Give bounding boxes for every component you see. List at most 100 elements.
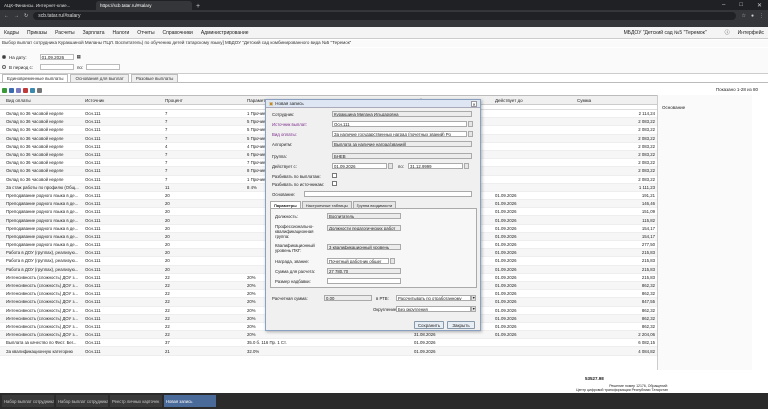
bookmark-star-icon[interactable]: ☆ [741, 13, 745, 19]
menu-item-spravochniki[interactable]: Справочники [163, 30, 193, 36]
paytype-picker-button[interactable] [468, 131, 473, 137]
source-picker-button[interactable] [468, 121, 473, 127]
sum-calc-field[interactable]: 27 780,70 [327, 268, 401, 274]
url-input[interactable]: scb.tatar.ru/#salary [33, 11, 737, 20]
tab-payment-bases[interactable]: Основания для выплат [70, 74, 129, 82]
menu-kebab-icon[interactable]: ⋮ [759, 13, 764, 19]
col-header-percent[interactable]: Процент [165, 98, 247, 103]
info-icon[interactable]: ⓘ [725, 29, 730, 36]
menu-item-raschety[interactable]: Расчеты [55, 30, 75, 36]
table-row[interactable]: За квалификационную категорию Осн.111 21 32… [0, 347, 700, 356]
group-field[interactable]: БНЕВ [332, 153, 472, 159]
to-label: по: [398, 164, 404, 169]
on-date-radio[interactable] [2, 55, 6, 59]
menu-item-nalogi[interactable]: Налоги [112, 30, 129, 36]
chevron-down-icon[interactable]: ▼ [471, 295, 476, 301]
interface-link[interactable]: Интерфейс [738, 30, 764, 36]
dialog-close-icon[interactable]: ✕ [471, 101, 477, 107]
dialog-titlebar[interactable]: ▣ Новая запись [266, 100, 480, 108]
pkg-field[interactable]: Должности педагогических работ [327, 225, 401, 231]
col-header-sum[interactable]: Сумма [577, 98, 657, 103]
table-cell: Интенсивность (сложность) ДОУ з... [6, 274, 79, 280]
table-cell: 01.09.2026 [495, 233, 517, 239]
to-date-field[interactable]: 31.12.9999 [408, 163, 463, 169]
from-calendar-icon[interactable] [388, 163, 393, 169]
back-icon[interactable]: ← [4, 13, 9, 19]
table-row[interactable]: Интенсивность (сложность) ДОУ з... Осн.11… [0, 331, 700, 340]
task-button-active[interactable]: Новая запись [164, 395, 216, 407]
on-date-input[interactable]: 01.09.2026 [39, 54, 74, 60]
from-date-field[interactable]: 01.09.2026 [332, 163, 387, 169]
maximize-icon[interactable]: □ [739, 2, 743, 8]
add-icon[interactable] [2, 87, 7, 93]
menu-item-otchety[interactable]: Отчеты [137, 30, 154, 36]
task-button[interactable]: Набор выплат сотрудника [2, 395, 54, 407]
menu-item-admin[interactable]: Администрирование [201, 30, 249, 36]
split-src-checkbox[interactable] [332, 181, 337, 186]
period-to-input[interactable] [86, 64, 121, 70]
menu-item-kadry[interactable]: Кадры [4, 30, 19, 36]
calendar-icon[interactable]: ▦ [77, 54, 81, 60]
position-field[interactable]: Воспитатель [327, 213, 401, 219]
menu-item-prikazy[interactable]: Приказы [27, 30, 47, 36]
task-button[interactable]: Реестр личных карточек [110, 395, 162, 407]
tab-one-time-payments[interactable]: Единовременные выплаты [2, 74, 69, 82]
reload-icon[interactable]: ↻ [24, 13, 28, 19]
period-from-input[interactable] [40, 64, 74, 70]
split-pay-checkbox[interactable] [332, 173, 337, 178]
task-button[interactable]: Набор выплат сотрудника [56, 395, 108, 407]
table-cell: 862,32 [641, 283, 655, 289]
table-cell: Оклад по 36 часовой неделе [6, 152, 64, 158]
table-cell: 22 [165, 332, 170, 338]
basis-field[interactable] [304, 191, 472, 197]
qual-field[interactable]: 3 квалификационный уровень [327, 244, 401, 250]
new-tab-button[interactable]: + [192, 3, 204, 10]
table-cell: 20 [165, 266, 170, 272]
forward-icon[interactable]: → [14, 13, 19, 19]
award-field[interactable]: Почетный работник общег [327, 258, 389, 264]
period-radio[interactable] [2, 65, 6, 69]
close-button[interactable]: Закрыть [447, 321, 475, 329]
profile-icon[interactable]: ● [751, 13, 754, 19]
copy-icon[interactable] [16, 87, 21, 93]
menu-item-zarplata[interactable]: Зарплата [83, 30, 105, 36]
table-cell: Интенсивность (сложность) ДОУ з... [6, 315, 79, 321]
rounding-select[interactable]: Без округления [396, 306, 471, 312]
calc-sum-field[interactable]: 0,00 [324, 295, 372, 301]
minimize-icon[interactable]: – [722, 2, 725, 8]
table-cell: 4 084,82 [638, 348, 655, 354]
table-cell: 20 [165, 258, 170, 264]
tab-single-payments[interactable]: Разовые выплаты [130, 74, 179, 82]
algorithm-field[interactable]: Выплата за наличие наград(званий) [332, 141, 472, 147]
to-calendar-icon[interactable] [464, 163, 469, 169]
close-icon[interactable]: ✕ [757, 2, 762, 9]
table-cell: 01.09.2026 [495, 307, 517, 313]
table-row[interactable]: Выплата за качество по Фист. Бег... Осн.1… [0, 339, 700, 348]
window-taskbar: Набор выплат сотрудника Набор выплат сот… [0, 393, 768, 409]
allowance-field[interactable] [327, 278, 401, 284]
table-cell: 32.0% [247, 348, 260, 354]
col-header-source[interactable]: Источник [85, 98, 165, 103]
edit-icon[interactable] [9, 87, 14, 93]
award-picker-button[interactable] [390, 258, 395, 264]
save-button[interactable]: Сохранить [414, 321, 444, 329]
delete-icon[interactable] [23, 87, 28, 93]
col-header-to[interactable]: Действует до [495, 98, 577, 103]
group-label: Группа: [272, 154, 287, 159]
refresh-icon[interactable] [30, 87, 35, 93]
table-cell: Оклад по 36 часовой неделе [6, 111, 64, 117]
col-header-paytype[interactable]: Вид оплаты [0, 98, 85, 103]
browser-tab-1[interactable]: https://scb.tatar.ru/#salary [96, 1, 192, 10]
table-cell: 22 [165, 299, 170, 305]
source-field[interactable]: Осн.111 [332, 121, 467, 127]
print-icon[interactable] [37, 87, 42, 93]
table-cell: Оклад по 36 часовой неделе [6, 135, 64, 141]
split-pay-label: Разбивать по выплатам: [272, 174, 321, 179]
col-header-basis[interactable]: Основание [662, 105, 685, 110]
chevron-down-icon[interactable]: ▼ [471, 306, 476, 312]
browser-tab-0[interactable]: АЦК-Финансы. Интернет-клие... [0, 1, 96, 10]
rtv-select[interactable]: Рассчитывать по отработанному [396, 295, 471, 301]
employee-field[interactable]: Куракшина Милана Ильдаровна [332, 111, 472, 117]
table-cell: 20 [165, 209, 170, 215]
paytype-field[interactable]: За наличие государственных наград (почет… [332, 131, 467, 137]
